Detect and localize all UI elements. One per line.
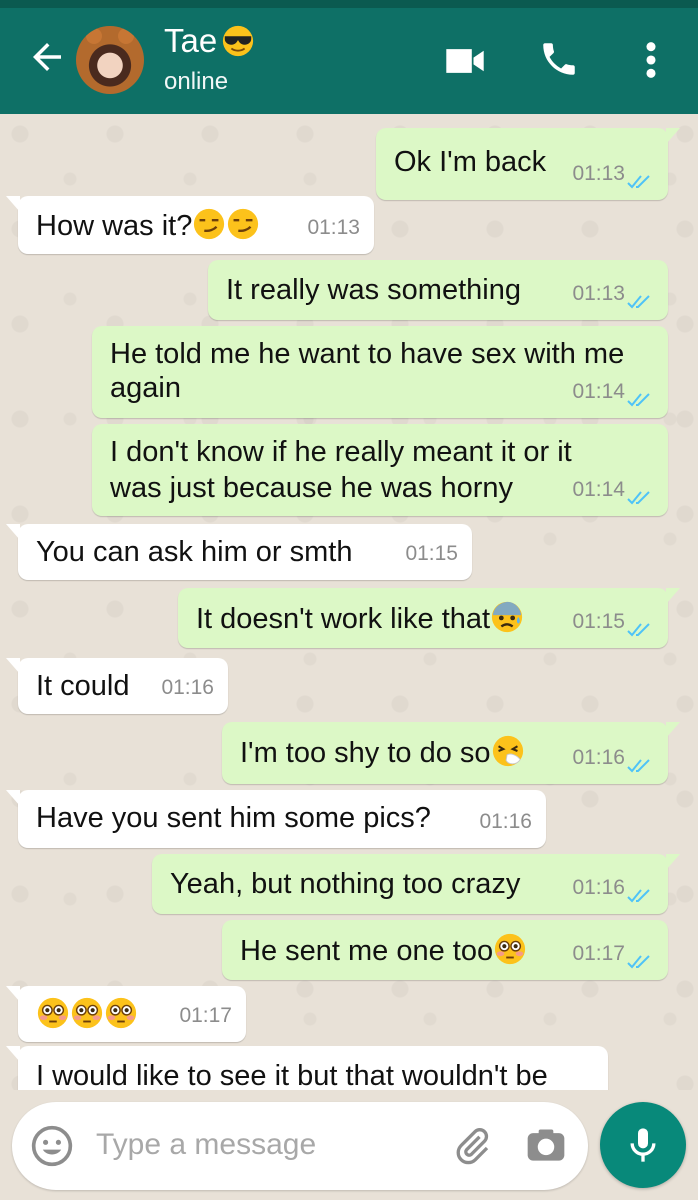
status-bar <box>0 0 698 8</box>
message-text: He sent me one too <box>240 932 527 969</box>
voice-call-icon[interactable] <box>538 38 580 80</box>
message-time: 01:14 <box>572 478 625 501</box>
message-incoming[interactable]: I would like to see it but that wouldn't… <box>6 1046 608 1090</box>
message-input[interactable]: Type a message <box>96 1128 316 1162</box>
message-time: 01:13 <box>572 162 625 185</box>
message-meta: 01:14 <box>572 374 654 410</box>
message-time: 01:17 <box>572 942 625 965</box>
attach-icon[interactable] <box>452 1126 492 1166</box>
flushed-emoji-icon <box>494 933 526 965</box>
message-text: I'm too shy to do so <box>240 734 525 771</box>
message-text: It could <box>36 670 130 702</box>
message-meta: 01:13 <box>307 210 360 246</box>
message-meta: 01:16 <box>572 870 654 906</box>
message-time: 01:15 <box>405 542 458 565</box>
message-meta: 01:15 <box>572 604 654 640</box>
message-incoming[interactable]: It could 01:16 <box>6 658 228 714</box>
message-meta: 01:14 <box>572 472 654 508</box>
message-time: 01:16 <box>479 810 532 833</box>
message-text: How was it? <box>36 207 260 244</box>
mic-button[interactable] <box>600 1102 686 1188</box>
read-ticks-icon <box>627 491 650 505</box>
message-text: It really was something <box>226 274 521 306</box>
message-list[interactable]: Ok I'm back 01:13 How was it? 01:13 It r… <box>0 114 698 1090</box>
message-text-line2: again <box>110 372 181 404</box>
message-time: 01:13 <box>572 282 625 305</box>
message-meta: 01:13 <box>572 276 654 312</box>
message-text: I would like to see it but that wouldn't… <box>36 1060 548 1090</box>
read-ticks-icon <box>627 759 650 773</box>
message-incoming[interactable]: You can ask him or smth 01:15 <box>6 524 472 580</box>
message-meta: 01:17 <box>572 936 654 972</box>
read-ticks-icon <box>627 889 650 903</box>
message-text: Yeah, but nothing too crazy <box>170 868 521 900</box>
message-incoming[interactable]: Have you sent him some pics? 01:16 <box>6 790 546 848</box>
flushed-emoji-icon <box>105 997 137 1029</box>
message-time: 01:13 <box>307 216 360 239</box>
contact-status: online <box>164 68 229 95</box>
message-time: 01:14 <box>572 380 625 403</box>
message-text: Have you sent him some pics? <box>36 802 431 834</box>
message-incoming[interactable]: 01:17 <box>6 986 246 1042</box>
read-ticks-icon <box>627 393 650 407</box>
message-text: It doesn't work like that <box>196 600 524 637</box>
camera-icon[interactable] <box>524 1124 568 1168</box>
mic-icon <box>630 1128 656 1162</box>
read-ticks-icon <box>627 295 650 309</box>
message-text: He told me he want to have sex with me <box>110 338 625 370</box>
message-time: 01:16 <box>161 676 214 699</box>
message-meta: 01:15 <box>405 536 458 572</box>
message-text: You can ask him or smth <box>36 536 353 568</box>
flushed-emoji-icon <box>37 997 69 1029</box>
contact-name[interactable]: Tae <box>164 22 255 60</box>
sneezing-emoji-icon <box>492 735 523 767</box>
flushed-emoji-icon <box>71 997 103 1029</box>
message-text: Ok I'm back <box>394 146 547 178</box>
message-emoji-only <box>36 996 138 1033</box>
message-text: I don't know if he really meant it or it <box>110 436 572 468</box>
read-ticks-icon <box>627 623 650 637</box>
message-meta: 01:16 <box>161 670 214 706</box>
message-meta: 01:16 <box>479 804 532 840</box>
message-outgoing[interactable]: He sent me one too 01:17 <box>222 920 668 980</box>
read-ticks-icon <box>627 175 650 189</box>
message-composer: Type a message <box>12 1102 588 1190</box>
message-time: 01:17 <box>179 1004 232 1027</box>
video-call-icon[interactable] <box>444 44 486 78</box>
message-outgoing[interactable]: It doesn't work like that 01:15 <box>178 588 680 648</box>
message-outgoing[interactable]: Ok I'm back 01:13 <box>376 128 680 200</box>
smirk-emoji-icon <box>194 208 225 240</box>
back-arrow-icon[interactable] <box>26 36 68 78</box>
sunglasses-emoji-icon <box>223 25 254 57</box>
message-text-line2: was just because he was horny <box>110 472 513 504</box>
message-time: 01:15 <box>572 610 625 633</box>
message-meta: 01:17 <box>179 998 232 1034</box>
emoji-icon[interactable] <box>30 1124 74 1168</box>
message-time: 01:16 <box>572 876 625 899</box>
more-options-icon[interactable] <box>636 40 666 80</box>
message-meta: 01:13 <box>572 156 654 192</box>
message-outgoing[interactable]: I don't know if he really meant it or it… <box>92 424 668 516</box>
message-outgoing[interactable]: It really was something 01:13 <box>208 260 668 320</box>
message-outgoing[interactable]: Yeah, but nothing too crazy 01:16 <box>152 854 680 914</box>
message-time: 01:16 <box>572 746 625 769</box>
anxious-sweat-emoji-icon <box>491 601 523 633</box>
message-incoming[interactable]: How was it? 01:13 <box>6 196 374 254</box>
read-ticks-icon <box>627 955 650 969</box>
message-outgoing[interactable]: He told me he want to have sex with me a… <box>92 326 668 418</box>
chat-header: Tae online <box>0 8 698 114</box>
message-outgoing[interactable]: I'm too shy to do so 01:16 <box>222 722 680 784</box>
smirk-emoji-icon <box>228 208 259 240</box>
avatar[interactable] <box>76 26 144 94</box>
message-meta: 01:16 <box>572 740 654 776</box>
